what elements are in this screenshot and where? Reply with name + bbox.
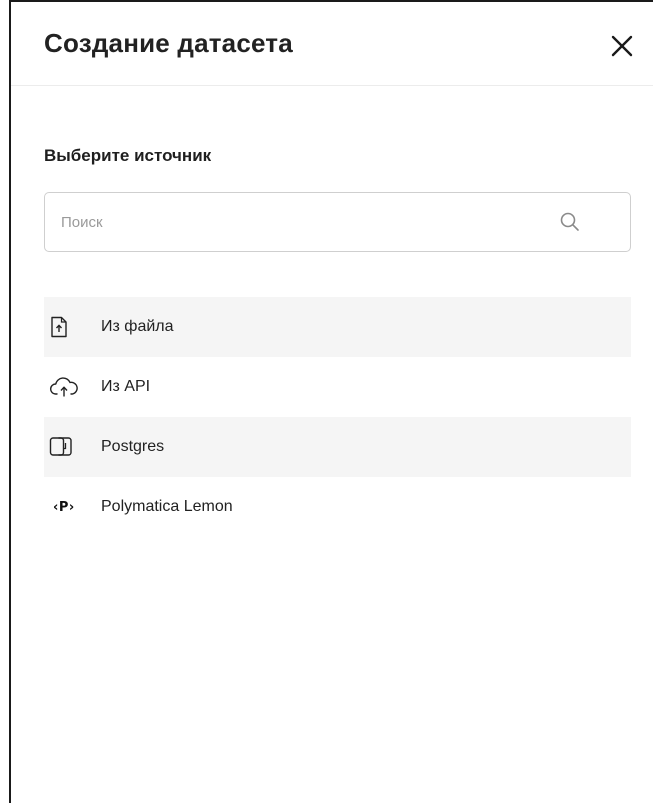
polymatica-glyph: ‹P› bbox=[53, 499, 75, 515]
file-upload-icon bbox=[49, 315, 81, 339]
search-icon[interactable] bbox=[559, 211, 581, 233]
list-item-postgres[interactable]: Postgres bbox=[44, 417, 631, 477]
close-button[interactable] bbox=[608, 32, 636, 60]
search-input[interactable] bbox=[61, 193, 541, 251]
polymatica-icon: ‹P› bbox=[49, 495, 81, 519]
source-list: Из файла Из API Postgres ‹P› Polymatica … bbox=[44, 297, 631, 537]
create-dataset-dialog: Создание датасета Выберите источник Поис… bbox=[9, 0, 653, 803]
list-item-from-file[interactable]: Из файла bbox=[44, 297, 631, 357]
search-field[interactable] bbox=[44, 192, 631, 252]
list-item-label: Из API bbox=[101, 378, 151, 395]
list-item-label: Postgres bbox=[101, 438, 165, 455]
source-heading: Выберите источник bbox=[44, 146, 212, 165]
database-icon bbox=[49, 435, 81, 459]
cloud-upload-icon bbox=[49, 375, 81, 399]
list-item-from-api[interactable]: Из API bbox=[44, 357, 631, 417]
list-item-label: Из файла bbox=[101, 318, 174, 335]
list-item-polymatica-lemon[interactable]: ‹P› Polymatica Lemon bbox=[44, 477, 631, 537]
dialog-title: Создание датасета bbox=[44, 28, 293, 58]
dialog-header: Создание датасета bbox=[11, 2, 653, 86]
close-icon bbox=[611, 35, 633, 57]
list-item-label: Polymatica Lemon bbox=[101, 498, 233, 515]
